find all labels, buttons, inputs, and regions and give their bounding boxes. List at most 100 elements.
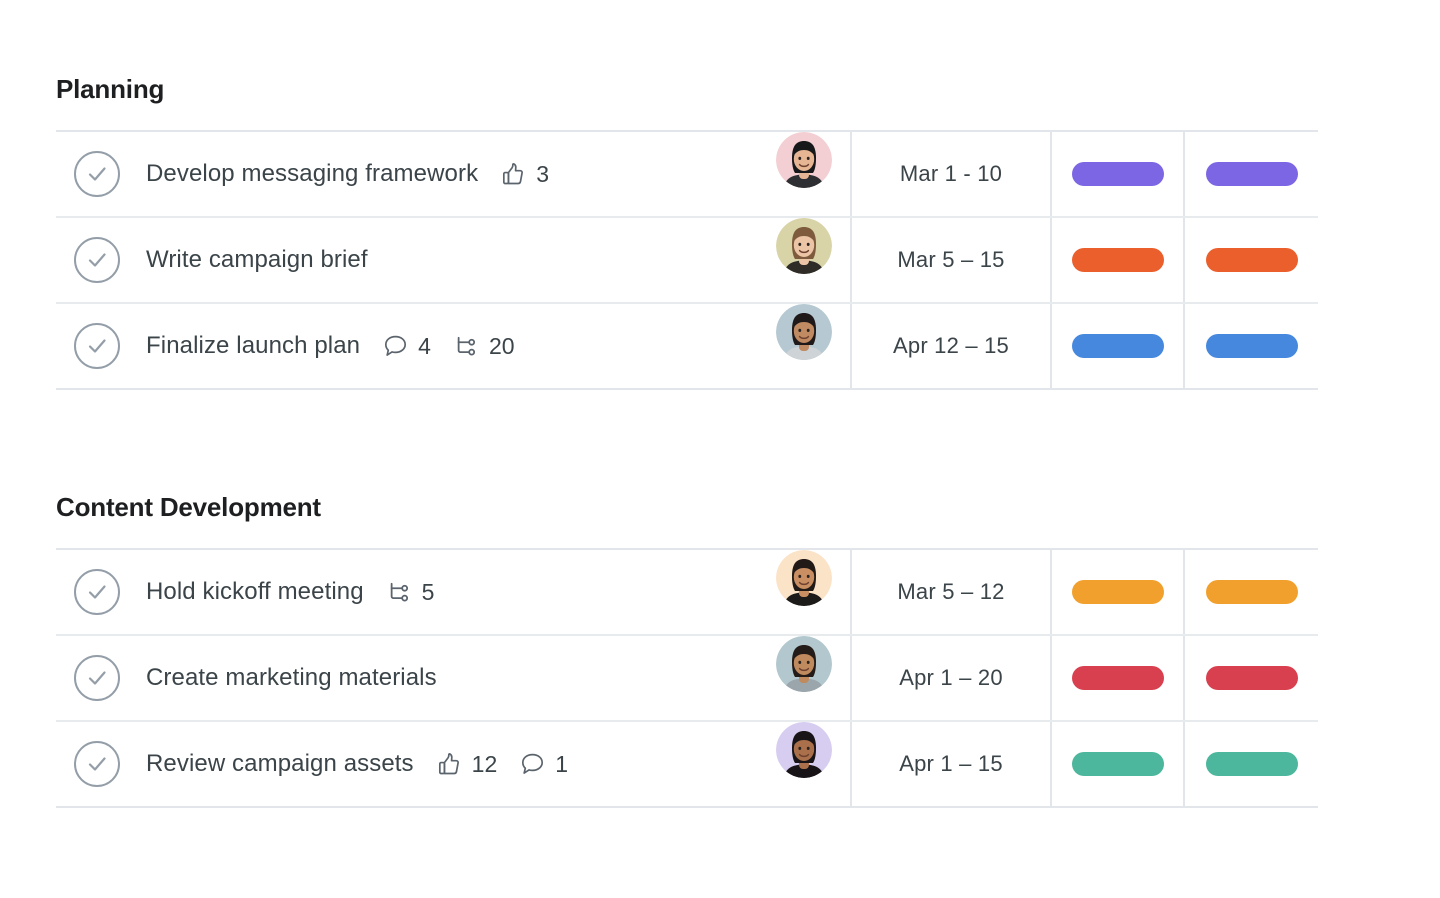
subtask-meta[interactable]: 20 [453, 333, 515, 360]
status-pill-cell[interactable] [1052, 304, 1185, 388]
status-pill[interactable] [1071, 580, 1164, 604]
table-row: Finalize launch plan 4 20 Apr 12 – 15 [56, 304, 1318, 388]
task-meta: 12 1 [436, 751, 568, 778]
meta-count: 5 [421, 578, 435, 605]
avatar[interactable] [776, 722, 832, 778]
table-row: Hold kickoff meeting 5 Mar 5 – 12 [56, 550, 1318, 636]
due-date-cell[interactable]: Apr 1 – 20 [852, 636, 1052, 720]
task-cell: Develop messaging framework 3 [56, 132, 852, 216]
secondary-pill-cell[interactable] [1185, 636, 1318, 720]
avatar-wrap[interactable] [776, 722, 832, 778]
task-table: Hold kickoff meeting 5 Mar 5 – 12 Create ma… [56, 548, 1318, 808]
due-date-text: Mar 1 - 10 [899, 161, 1003, 186]
task-name[interactable]: Develop messaging framework [146, 160, 478, 188]
status-pill-cell[interactable] [1052, 636, 1185, 720]
secondary-pill-cell[interactable] [1185, 722, 1318, 806]
task-board: Planning Develop messaging framework 3 Mar … [0, 0, 1440, 898]
status-pill-cell[interactable] [1052, 550, 1185, 634]
due-date-text: Mar 5 – 15 [897, 247, 1005, 272]
meta-count: 1 [555, 750, 569, 777]
task-cell: Review campaign assets 12 1 [56, 722, 852, 806]
task-name[interactable]: Finalize launch plan [146, 332, 360, 360]
task-table: Develop messaging framework 3 Mar 1 - 10 Wr… [56, 130, 1318, 390]
task-name[interactable]: Hold kickoff meeting [146, 578, 364, 606]
table-row: Review campaign assets 12 1 Apr 1 – 15 [56, 722, 1318, 806]
avatar-wrap[interactable] [776, 550, 832, 606]
secondary-pill-cell[interactable] [1185, 550, 1318, 634]
table-row: Create marketing materials Apr 1 – 20 [56, 636, 1318, 722]
secondary-pill-cell[interactable] [1185, 218, 1318, 302]
avatar[interactable] [776, 550, 832, 606]
status-pill[interactable] [1071, 248, 1164, 272]
section-title: Content Development [56, 492, 321, 522]
avatar[interactable] [776, 132, 832, 188]
task-meta: 4 20 [382, 333, 515, 360]
status-pill-cell[interactable] [1052, 722, 1185, 806]
comment-meta[interactable]: 4 [382, 333, 431, 360]
status-pill[interactable] [1071, 334, 1164, 358]
task-name[interactable]: Write campaign brief [146, 246, 368, 274]
section-planning: Planning Develop messaging framework 3 Mar … [56, 74, 1318, 390]
due-date-cell[interactable]: Mar 1 - 10 [852, 132, 1052, 216]
status-pill[interactable] [1071, 162, 1164, 186]
secondary-pill[interactable] [1205, 334, 1298, 358]
complete-task-button[interactable] [74, 655, 120, 701]
due-date-text: Apr 1 – 20 [899, 665, 1003, 690]
status-pill-cell[interactable] [1052, 218, 1185, 302]
task-cell: Hold kickoff meeting 5 [56, 550, 852, 634]
comment-meta[interactable]: 1 [519, 751, 568, 778]
meta-count: 20 [488, 332, 515, 359]
secondary-pill[interactable] [1205, 162, 1298, 186]
avatar[interactable] [776, 304, 832, 360]
thumbs-up-icon [500, 161, 527, 188]
thumbs-up-icon [436, 751, 463, 778]
table-row: Write campaign brief Mar 5 – 15 [56, 218, 1318, 304]
complete-task-button[interactable] [74, 569, 120, 615]
meta-count: 3 [536, 160, 549, 187]
task-cell: Write campaign brief [56, 218, 852, 302]
due-date-cell[interactable]: Apr 12 – 15 [852, 304, 1052, 388]
avatar-wrap[interactable] [776, 304, 832, 360]
avatar-wrap[interactable] [776, 636, 832, 692]
subtask-icon [386, 579, 413, 606]
thumbs-up-meta[interactable]: 3 [500, 161, 549, 188]
status-pill-cell[interactable] [1052, 132, 1185, 216]
due-date-text: Apr 12 – 15 [893, 333, 1009, 358]
task-cell: Finalize launch plan 4 20 [56, 304, 852, 388]
task-meta: 3 [500, 161, 549, 188]
secondary-pill[interactable] [1205, 580, 1298, 604]
task-name[interactable]: Review campaign assets [146, 750, 414, 778]
meta-count: 12 [471, 750, 498, 777]
status-pill[interactable] [1071, 752, 1164, 776]
complete-task-button[interactable] [74, 237, 120, 283]
table-row: Develop messaging framework 3 Mar 1 - 10 [56, 132, 1318, 218]
due-date-cell[interactable]: Mar 5 – 15 [852, 218, 1052, 302]
complete-task-button[interactable] [74, 151, 120, 197]
task-name[interactable]: Create marketing materials [146, 664, 437, 692]
section-content-development: Content Development Hold kickoff meeting 5… [56, 492, 1318, 808]
subtask-icon [453, 333, 480, 360]
complete-task-button[interactable] [74, 741, 120, 787]
secondary-pill-cell[interactable] [1185, 304, 1318, 388]
avatar[interactable] [776, 218, 832, 274]
thumbs-up-meta[interactable]: 12 [436, 750, 498, 778]
task-cell: Create marketing materials [56, 636, 852, 720]
avatar-wrap[interactable] [776, 218, 832, 274]
secondary-pill-cell[interactable] [1185, 132, 1318, 216]
task-meta: 5 [386, 578, 435, 606]
complete-task-button[interactable] [74, 323, 120, 369]
subtask-meta[interactable]: 5 [386, 578, 435, 606]
due-date-cell[interactable]: Apr 1 – 15 [852, 722, 1052, 806]
secondary-pill[interactable] [1205, 752, 1298, 776]
avatar-wrap[interactable] [776, 132, 832, 188]
avatar[interactable] [776, 636, 832, 692]
comment-icon [382, 333, 409, 360]
due-date-text: Mar 5 – 12 [897, 579, 1005, 604]
status-pill[interactable] [1071, 666, 1164, 690]
secondary-pill[interactable] [1205, 666, 1298, 690]
due-date-cell[interactable]: Mar 5 – 12 [852, 550, 1052, 634]
due-date-text: Apr 1 – 15 [899, 751, 1003, 776]
meta-count: 4 [418, 332, 431, 359]
secondary-pill[interactable] [1205, 248, 1298, 272]
comment-icon [519, 751, 546, 778]
